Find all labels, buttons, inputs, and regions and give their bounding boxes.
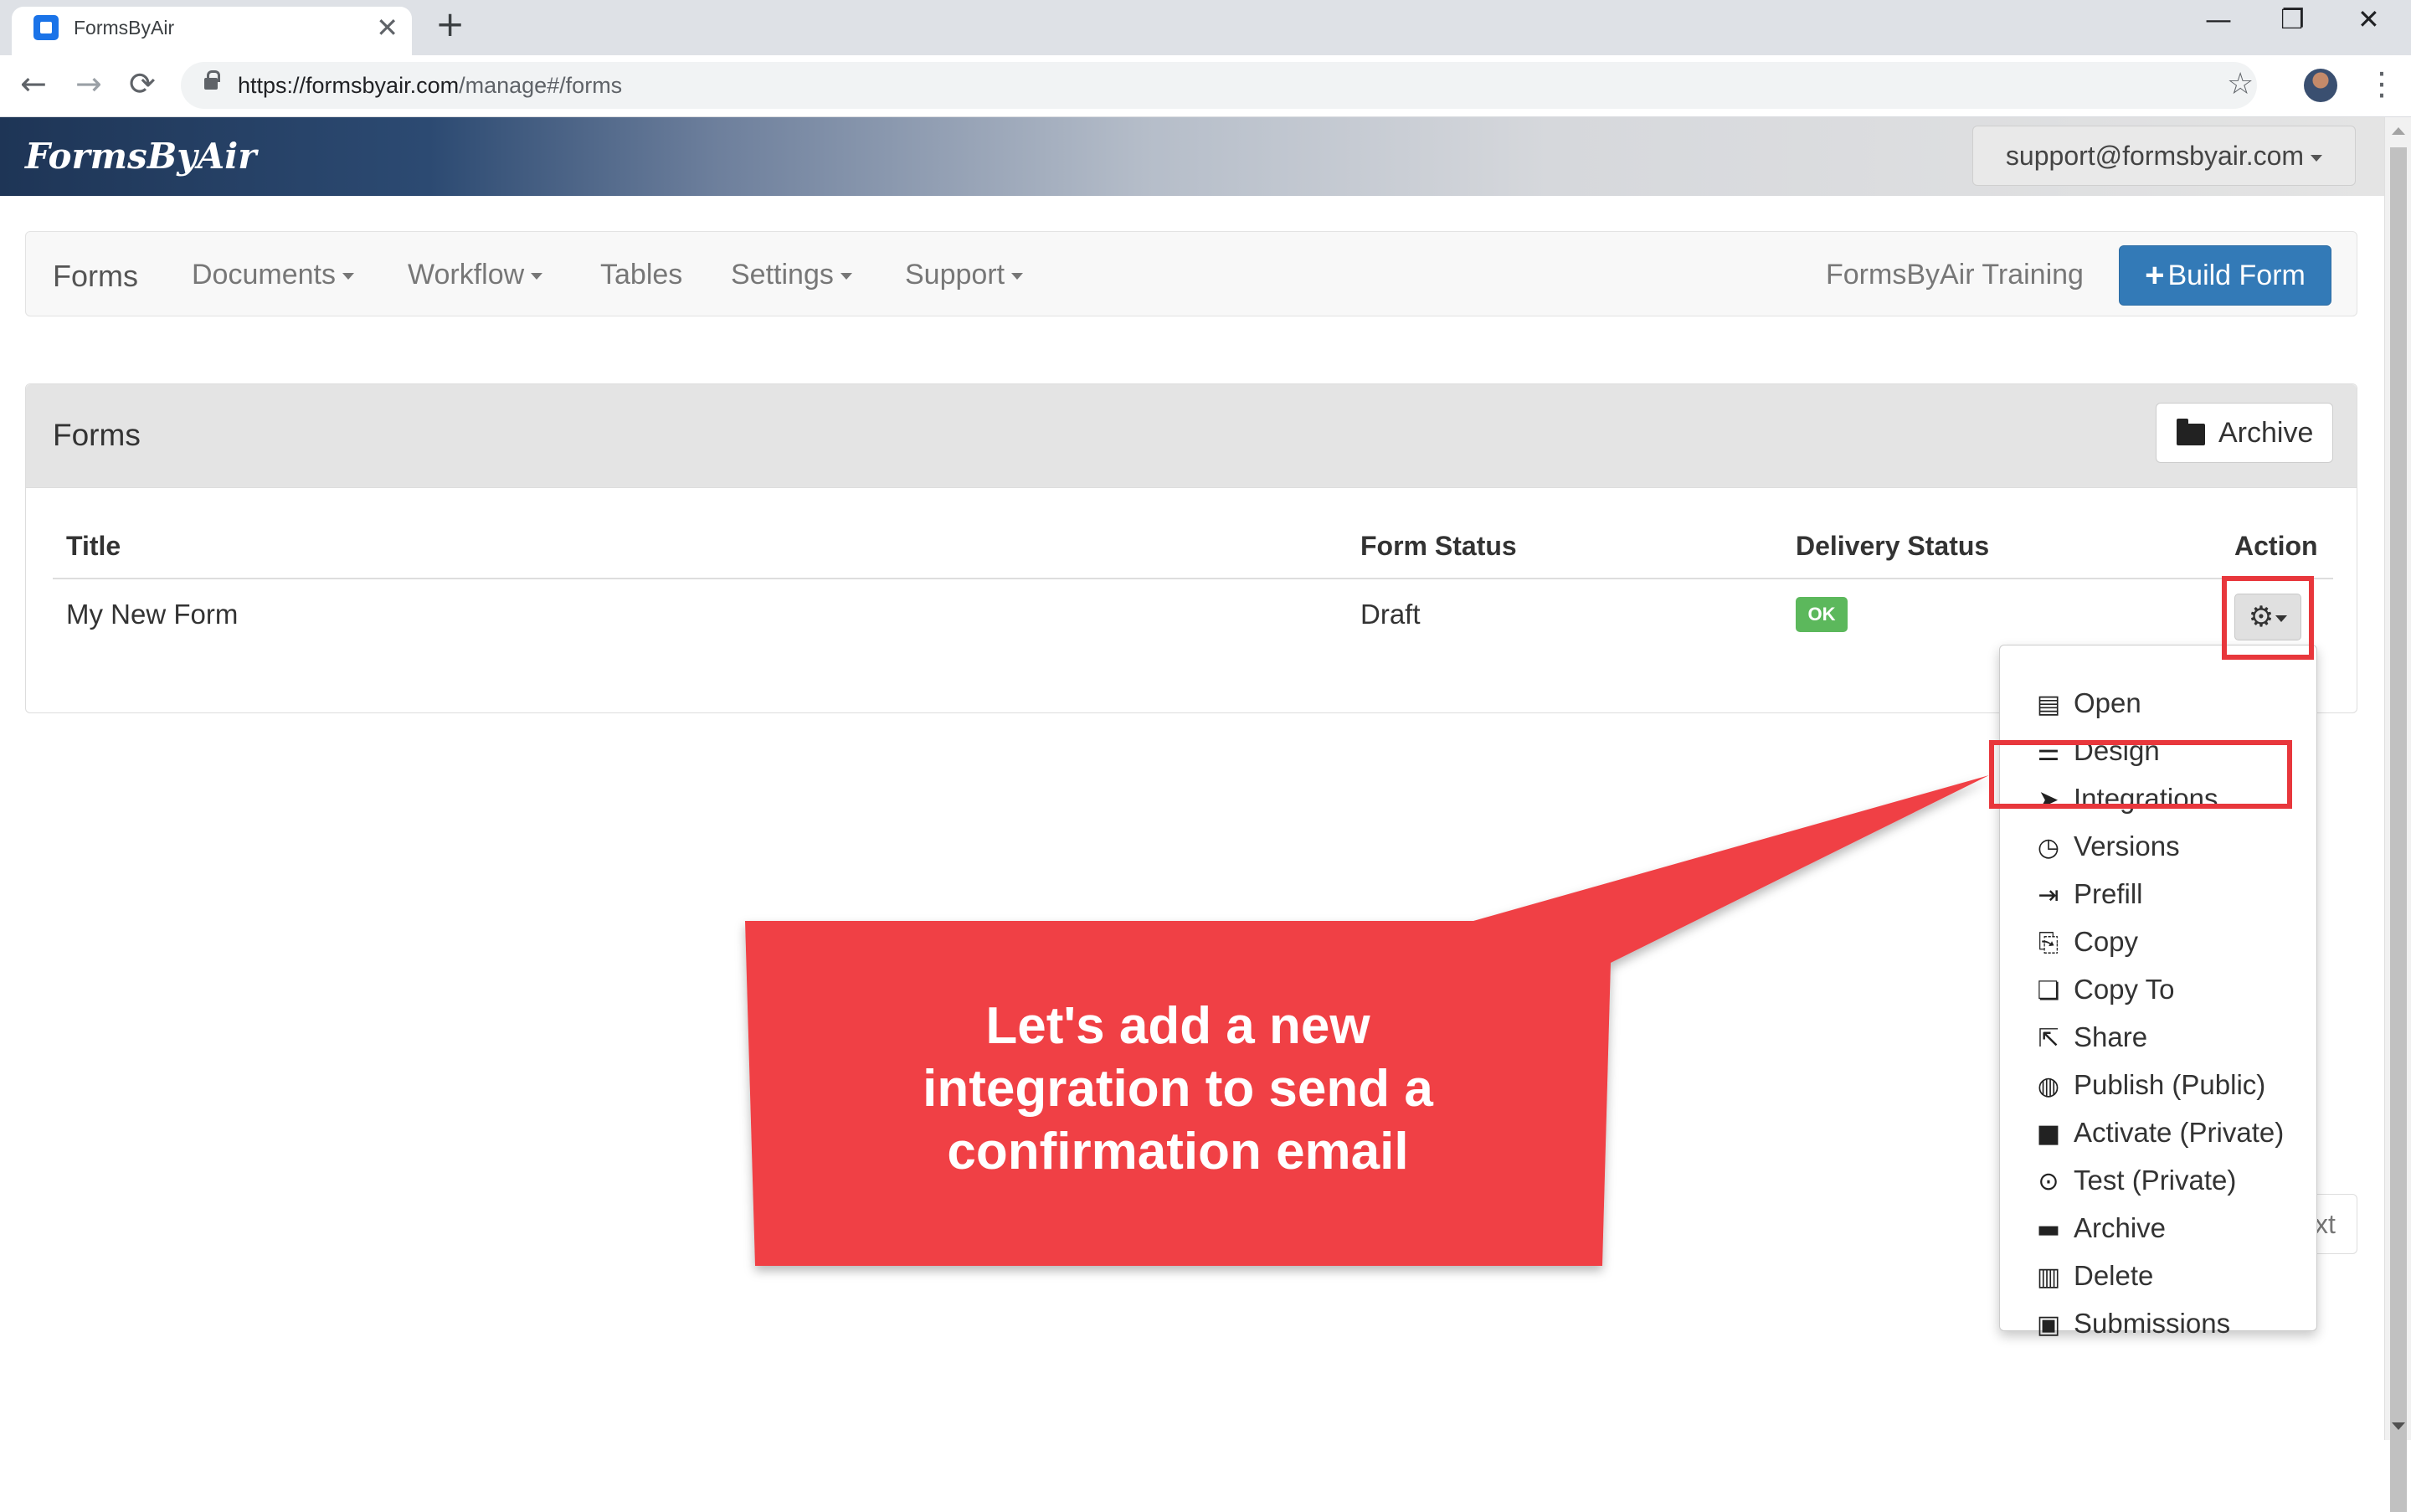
column-header-action: Action [2234, 531, 2318, 561]
menu-item-share[interactable]: ⇱ Share [2033, 1013, 2147, 1061]
app-logo[interactable]: FormsByAir [25, 136, 256, 177]
forward-button[interactable]: → [75, 65, 102, 102]
integrations-highlight [1989, 740, 2292, 809]
browser-tab[interactable]: FormsByAir ✕ [12, 7, 412, 55]
url-bar[interactable]: https://formsbyair.com/manage#/forms [181, 62, 2257, 109]
nav-tables[interactable]: Tables [600, 259, 682, 291]
menu-item-publish[interactable]: ◍ Publish (Public) [2033, 1061, 2265, 1108]
plus-icon: + [2145, 257, 2165, 294]
browser-menu-icon[interactable]: ⋮ [2366, 65, 2398, 102]
trash-icon: ▥ [2036, 1263, 2061, 1292]
caret-down-icon [1011, 273, 1024, 280]
tab-close-icon[interactable]: ✕ [376, 12, 398, 44]
browser-tab-bar: FormsByAir ✕ + — ❐ ✕ [0, 0, 2411, 55]
favicon-icon [33, 15, 59, 40]
bookmark-star-icon[interactable]: ☆ [2227, 67, 2254, 101]
nav-workflow[interactable]: Workflow [408, 259, 543, 291]
caret-down-icon [342, 273, 354, 280]
callout-line: confirmation email [947, 1123, 1409, 1180]
paste-icon: ❏ [2037, 976, 2060, 1005]
user-menu-button[interactable]: support@formsbyair.com [1972, 126, 2356, 186]
app-header-banner: FormsByAir support@formsbyair.com [0, 117, 2384, 196]
profile-avatar[interactable] [2304, 69, 2337, 102]
panel-heading: Forms Archive [26, 384, 2357, 488]
caret-down-icon [840, 273, 852, 280]
form-title-cell[interactable]: My New Form [66, 599, 238, 630]
share-icon: ⇱ [2038, 1024, 2059, 1053]
archive-button[interactable]: Archive [2156, 403, 2333, 463]
folder-icon: ▬ [2036, 1215, 2061, 1244]
callout-text: Let's add a new integration to send a co… [745, 995, 1611, 1183]
form-status-cell: Draft [1360, 599, 1421, 630]
lock-icon: ■ [2036, 1119, 2061, 1149]
menu-item-prefill[interactable]: ⇥ Prefill [2033, 870, 2142, 918]
play-circle-icon: ⊙ [2038, 1167, 2059, 1196]
gear-button-highlight [2222, 576, 2314, 660]
nav-documents[interactable]: Documents [192, 259, 354, 291]
panel-title: Forms [53, 418, 141, 452]
main-navbar: Forms Documents Workflow Tables Settings… [25, 231, 2357, 316]
menu-item-archive[interactable]: ▬ Archive [2033, 1204, 2166, 1252]
tab-title: FormsByAir [74, 17, 175, 39]
nav-settings[interactable]: Settings [731, 259, 852, 291]
page-scrollbar[interactable] [2384, 117, 2411, 1512]
column-header-delivery-status[interactable]: Delivery Status [1796, 531, 1989, 562]
copy-icon: ⎘ [2038, 928, 2059, 958]
list-icon: ▤ [2036, 690, 2061, 719]
caret-down-icon [2311, 154, 2323, 162]
scroll-up-arrow-icon[interactable] [2392, 127, 2405, 135]
restore-button[interactable]: ❐ [2280, 3, 2305, 35]
new-tab-button[interactable]: + [435, 3, 465, 44]
build-form-button[interactable]: + Build Form [2119, 245, 2331, 306]
header-divider [53, 578, 2333, 579]
globe-icon: ◍ [2037, 1072, 2060, 1101]
menu-item-activate[interactable]: ■ Activate (Private) [2033, 1108, 2284, 1156]
menu-item-open[interactable]: ▤ Open [2033, 679, 2141, 727]
inbox-icon: ▣ [2036, 1310, 2061, 1340]
nav-forms[interactable]: Forms [53, 259, 138, 294]
callout-line: Let's add a new [985, 997, 1370, 1055]
url-text[interactable]: https://formsbyair.com/manage#/forms [238, 73, 622, 99]
back-button[interactable]: ← [20, 65, 47, 102]
clock-icon: ◷ [2037, 833, 2060, 862]
nav-support[interactable]: Support [905, 259, 1024, 291]
minimize-button[interactable]: — [2205, 3, 2232, 35]
folder-icon [2177, 419, 2205, 446]
menu-item-copy[interactable]: ⎘ Copy [2033, 918, 2138, 965]
delivery-status-badge: OK [1796, 597, 1848, 632]
reload-button[interactable]: ⟳ [129, 65, 156, 102]
menu-item-delete[interactable]: ▥ Delete [2033, 1252, 2154, 1299]
callout-line: integration to send a [923, 1060, 1433, 1118]
column-header-title[interactable]: Title [66, 531, 121, 562]
menu-item-copy-to[interactable]: ❏ Copy To [2033, 965, 2175, 1013]
scroll-down-arrow-icon[interactable] [2392, 1422, 2405, 1430]
caret-down-icon [531, 273, 543, 280]
nav-training-link[interactable]: FormsByAir Training [1826, 259, 2084, 291]
log-in-icon: ⇥ [2038, 881, 2059, 910]
window-close-button[interactable]: ✕ [2357, 3, 2380, 35]
menu-item-versions[interactable]: ◷ Versions [2033, 822, 2180, 870]
menu-item-test[interactable]: ⊙ Test (Private) [2033, 1156, 2236, 1204]
column-header-form-status[interactable]: Form Status [1360, 531, 1517, 562]
menu-item-submissions[interactable]: ▣ Submissions [2033, 1299, 2230, 1347]
lock-icon [204, 70, 220, 90]
scrollbar-thumb[interactable] [2390, 147, 2407, 1512]
